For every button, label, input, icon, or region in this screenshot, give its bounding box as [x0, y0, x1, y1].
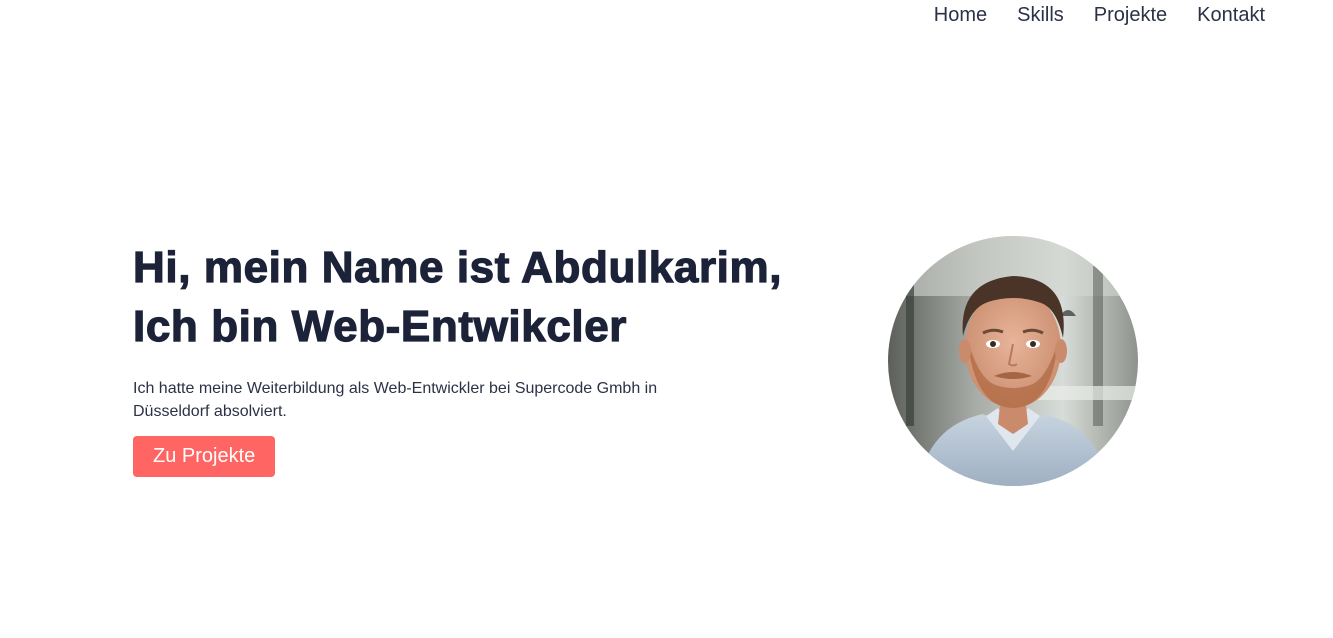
- hero-headline: Hi, mein Name ist Abdulkarim, Ich bin We…: [132, 238, 873, 356]
- hero-section: Hi, mein Name ist Abdulkarim, Ich bin We…: [132, 238, 873, 477]
- nav-item-skills[interactable]: Skills: [1017, 4, 1064, 26]
- profile-photo-illustration: [888, 236, 1138, 486]
- main-nav: Home Skills Projekte Kontakt: [934, 4, 1265, 26]
- zu-projekte-button[interactable]: Zu Projekte: [133, 436, 276, 477]
- nav-item-home[interactable]: Home: [934, 4, 987, 26]
- nav-item-projekte[interactable]: Projekte: [1094, 4, 1167, 26]
- page: Home Skills Projekte Kontakt Hi, mein Na…: [0, 0, 1333, 638]
- hero-headline-line-1: Hi, mein Name ist Abdulkarim,: [132, 242, 783, 292]
- nav-item-kontakt[interactable]: Kontakt: [1197, 4, 1265, 26]
- profile-photo: [888, 236, 1138, 486]
- hero-headline-line-2: Ich bin Web-Entwikcler: [132, 301, 628, 351]
- hero-intro-text: Ich hatte meine Weiterbildung als Web-En…: [133, 380, 658, 420]
